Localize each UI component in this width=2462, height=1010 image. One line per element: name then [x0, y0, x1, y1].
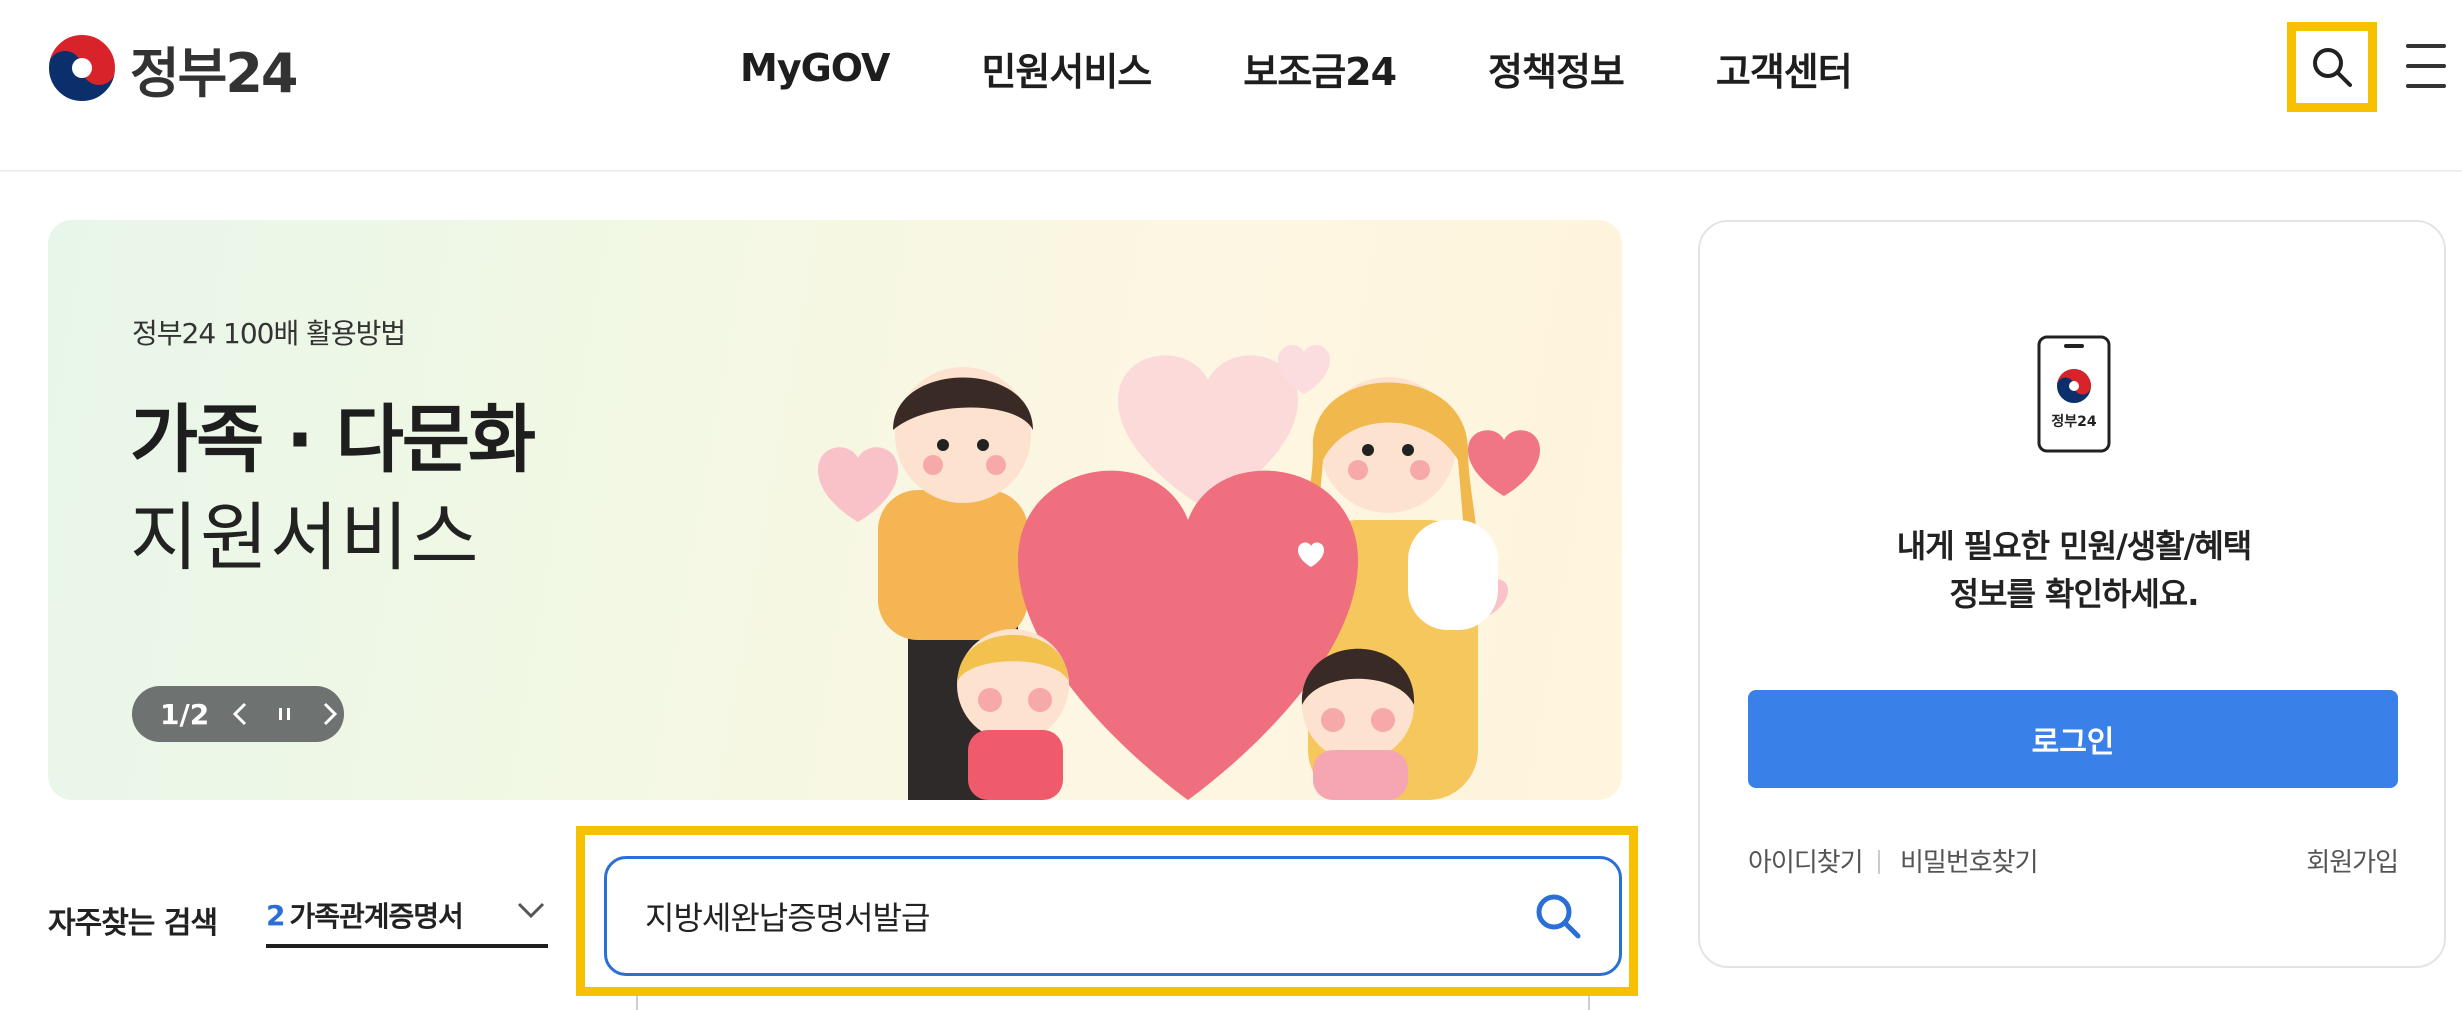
banner-controls: 1/2 — [132, 686, 344, 742]
frequent-search-term: 가족관계증명서 — [289, 900, 463, 933]
login-card: 정부24 내게 필요한 민원/생활/혜택 정보를 확인하세요. 로그인 아이디찾… — [1698, 220, 2446, 968]
search-icon — [2313, 48, 2352, 87]
frequent-search-label: 자주찾는 검색 — [48, 906, 218, 941]
logo-text: 정부24 — [130, 41, 299, 105]
main-search-input[interactable] — [645, 897, 1505, 935]
banner-subtitle: 정부24 100배 활용방법 — [132, 317, 406, 350]
nav-item-mygov[interactable]: MyGOV — [740, 46, 890, 90]
banner-title-line2: 지원서비스 — [130, 495, 481, 581]
find-id-link[interactable]: 아이디찾기 — [1748, 842, 1864, 879]
main-nav: MyGOV 민원서비스 보조금24 정책정보 고객센터 — [740, 36, 1853, 100]
hamburger-menu-icon[interactable] — [2406, 44, 2446, 88]
hero-banner[interactable]: 정부24 100배 활용방법 가족 · 다문화 지원서비스 1/2 — [48, 220, 1622, 800]
phone-app-label: 정부24 — [2051, 413, 2097, 430]
frequent-search-rank: 2 — [266, 898, 286, 932]
mobile-phone-icon: 정부24 — [2037, 335, 2111, 453]
chevron-down-icon — [517, 902, 545, 919]
taegeuk-emblem-icon — [47, 33, 117, 103]
login-links: 아이디찾기 비밀번호찾기 회원가입 — [1748, 842, 2399, 882]
nav-item-subsidy24[interactable]: 보조금24 — [1243, 41, 1397, 96]
nav-item-customer-center[interactable]: 고객센터 — [1716, 41, 1853, 96]
login-message-line2: 정보를 확인하세요. — [1949, 575, 2200, 613]
prev-arrow-icon[interactable] — [225, 699, 254, 729]
family-heart-illustration — [818, 345, 1540, 800]
link-divider — [1878, 850, 1880, 874]
site-logo[interactable]: 정부24 — [46, 32, 299, 105]
login-message-line1: 내게 필요한 민원/생활/혜택 — [1896, 527, 2253, 565]
next-arrow-icon[interactable] — [315, 699, 344, 729]
search-dropdown-panel-edge — [636, 996, 1590, 1010]
main-search-box — [604, 856, 1622, 976]
banner-title: 가족 · 다문화 — [130, 397, 536, 483]
search-submit-icon[interactable] — [1533, 891, 1583, 941]
signup-link[interactable]: 회원가입 — [2306, 842, 2399, 879]
banner-counter: 1/2 — [160, 697, 210, 731]
login-button[interactable]: 로그인 — [1748, 690, 2398, 788]
nav-item-civil-service[interactable]: 민원서비스 — [981, 41, 1152, 96]
frequent-search-dropdown[interactable]: 2 가족관계증명서 — [266, 886, 548, 948]
find-password-link[interactable]: 비밀번호찾기 — [1900, 842, 2039, 879]
login-message: 내게 필요한 민원/생활/혜택 정보를 확인하세요. — [1700, 522, 2448, 618]
nav-item-policy-info[interactable]: 정책정보 — [1488, 41, 1625, 96]
site-header: 정부24 MyGOV 민원서비스 보조금24 정책정보 고객센터 — [0, 0, 2462, 172]
pause-icon[interactable] — [270, 699, 299, 729]
header-search-button[interactable] — [2287, 22, 2377, 112]
